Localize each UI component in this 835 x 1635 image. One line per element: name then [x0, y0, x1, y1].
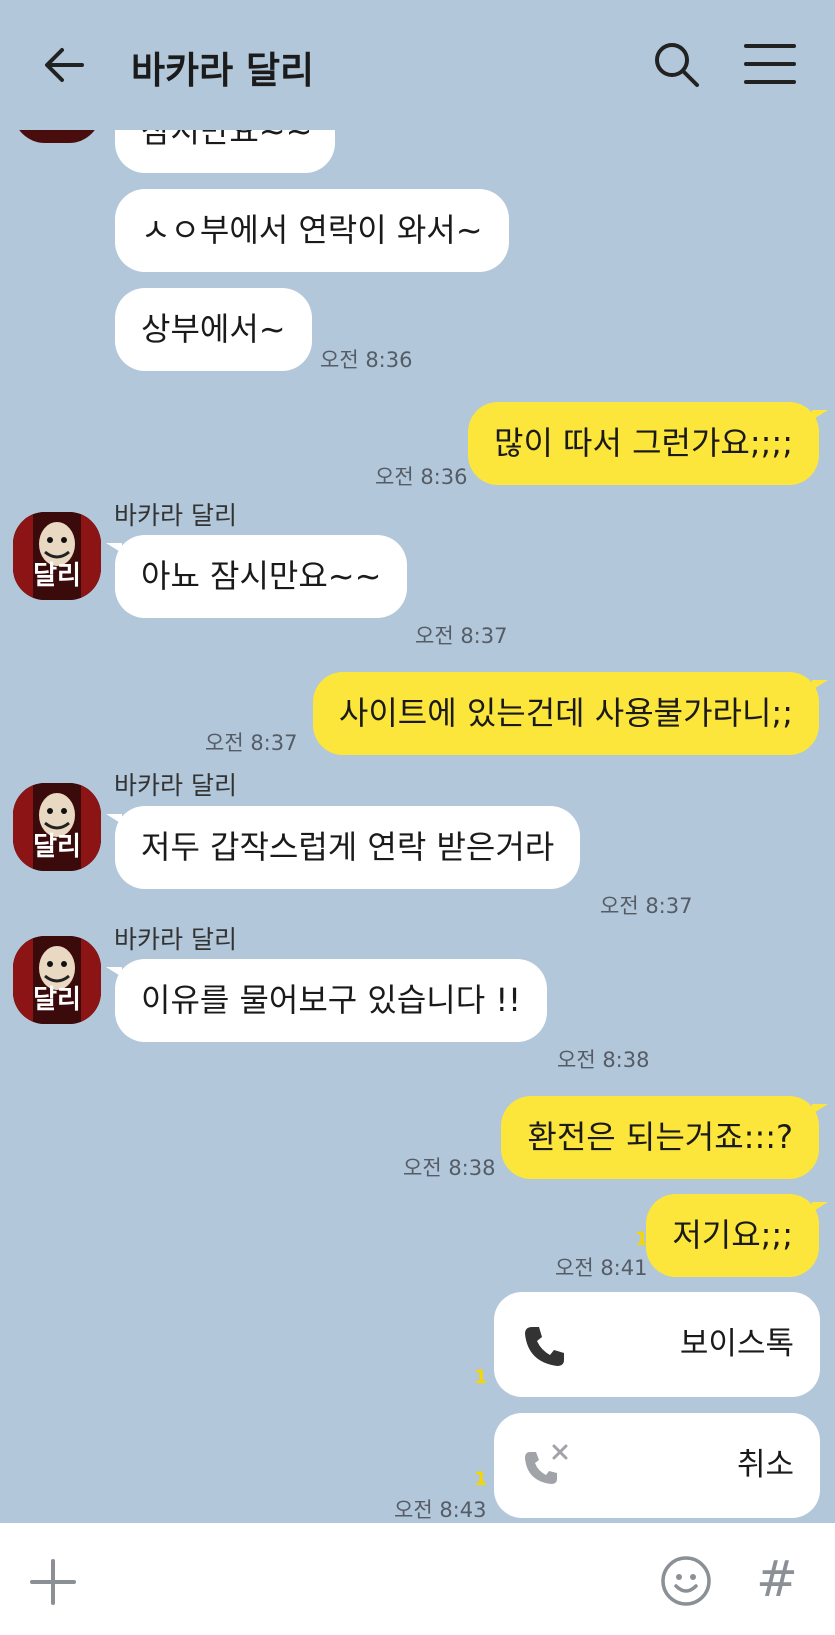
search-icon [655, 43, 699, 87]
hashtag-search-button[interactable]: # [756, 1549, 798, 1609]
message-time: 오전 8:43 [394, 1498, 487, 1522]
message-text: 이유를 물어보구 있습니다 !! [141, 981, 522, 1019]
message-text: 저두 갑작스럽게 연락 받은거라 [141, 828, 555, 866]
message-bubble-incoming[interactable]: ㅅㅇ부에서 연락이 와서~ [115, 189, 509, 272]
message-text: 저기요;;; [672, 1216, 793, 1254]
avatar-logo-text: 달리 [33, 832, 81, 862]
sender-name: 바카라 달리 [114, 501, 237, 530]
message-time: 오전 8:37 [205, 731, 298, 755]
emoji-icon [661, 1556, 711, 1606]
hamburger-menu-icon [744, 44, 796, 84]
unread-count: 1 [474, 1468, 488, 1490]
message-time: 오전 8:41 [555, 1256, 648, 1280]
voice-call-label: 보이스톡 [679, 1326, 794, 1362]
message-text: ㅅㅇ부에서 연락이 와서~ [141, 211, 483, 249]
unread-count: 1 [474, 1366, 488, 1388]
search-button[interactable] [652, 40, 702, 90]
message-text: 아뇨 잠시만요~~ [141, 557, 382, 595]
message-text: 상부에서~ [141, 310, 286, 348]
contact-avatar[interactable]: 달리 [13, 936, 101, 1024]
message-bubble-outgoing[interactable]: 사이트에 있는건데 사용불가라니;; [312, 672, 829, 755]
message-bubble-incoming[interactable]: 잠시만요~~ [115, 130, 335, 173]
message-bubble-incoming[interactable]: 아뇨 잠시만요~~ [105, 535, 408, 618]
contact-avatar[interactable]: 달리 [13, 512, 101, 600]
contact-avatar[interactable] [13, 130, 101, 143]
message-bubble-outgoing[interactable]: 많이 따서 그런가요;;;; [468, 402, 828, 485]
message-bubble-incoming[interactable]: 이유를 물어보구 있습니다 !! [105, 959, 548, 1042]
attach-button[interactable] [28, 1557, 78, 1607]
menu-button[interactable] [744, 42, 796, 86]
message-text: 많이 따서 그런가요;;;; [494, 424, 793, 462]
phone-cancel-icon [525, 1444, 568, 1484]
avatar-logo-text: 달리 [33, 561, 81, 591]
call-canceled-label: 취소 [736, 1447, 794, 1483]
message-text: 잠시만요~~ [141, 130, 313, 150]
chat-title: 바카라 달리 [131, 49, 315, 92]
avatar-image: 달리 [13, 936, 101, 1024]
chat-messages: 잠시만요~~ ㅅㅇ부에서 연락이 와서~ 상부에서~ 오전 8:36 오전 8:… [0, 130, 835, 1523]
back-button[interactable] [38, 38, 92, 92]
call-canceled-card[interactable]: 취소 [494, 1413, 820, 1518]
message-time: 오전 8:38 [403, 1156, 496, 1180]
message-time: 오전 8:37 [415, 624, 508, 648]
message-text: 사이트에 있는건데 사용불가라니;; [338, 694, 793, 732]
avatar-logo-text: 달리 [33, 985, 81, 1015]
message-bubble-outgoing[interactable]: 저기요;;; [646, 1194, 828, 1277]
message-time: 오전 8:38 [557, 1048, 650, 1072]
message-bubble-incoming[interactable]: 저두 갑작스럽게 연락 받은거라 [105, 806, 581, 889]
sender-name: 바카라 달리 [114, 771, 237, 800]
sender-name: 바카라 달리 [114, 925, 237, 954]
contact-avatar[interactable]: 달리 [13, 783, 101, 871]
arrow-left-icon [45, 48, 84, 82]
message-text: 환전은 되는거죠:::? [527, 1118, 793, 1156]
message-bubble-outgoing[interactable]: 환전은 되는거죠:::? [501, 1096, 828, 1179]
message-bubble-incoming[interactable]: 상부에서~ [115, 288, 312, 371]
voice-call-card[interactable]: 보이스톡 [494, 1292, 820, 1397]
avatar-image: 달리 [13, 783, 101, 871]
avatar-image: 달리 [13, 512, 101, 600]
phone-icon [525, 1327, 564, 1366]
message-time: 오전 8:36 [375, 465, 468, 489]
message-time: 오전 8:37 [600, 894, 693, 918]
emoji-button[interactable] [660, 1555, 712, 1607]
plus-icon [30, 1559, 76, 1605]
chat-header: 바카라 달리 [0, 0, 835, 130]
message-input-bar: # [0, 1523, 835, 1635]
message-time: 오전 8:36 [320, 348, 413, 372]
